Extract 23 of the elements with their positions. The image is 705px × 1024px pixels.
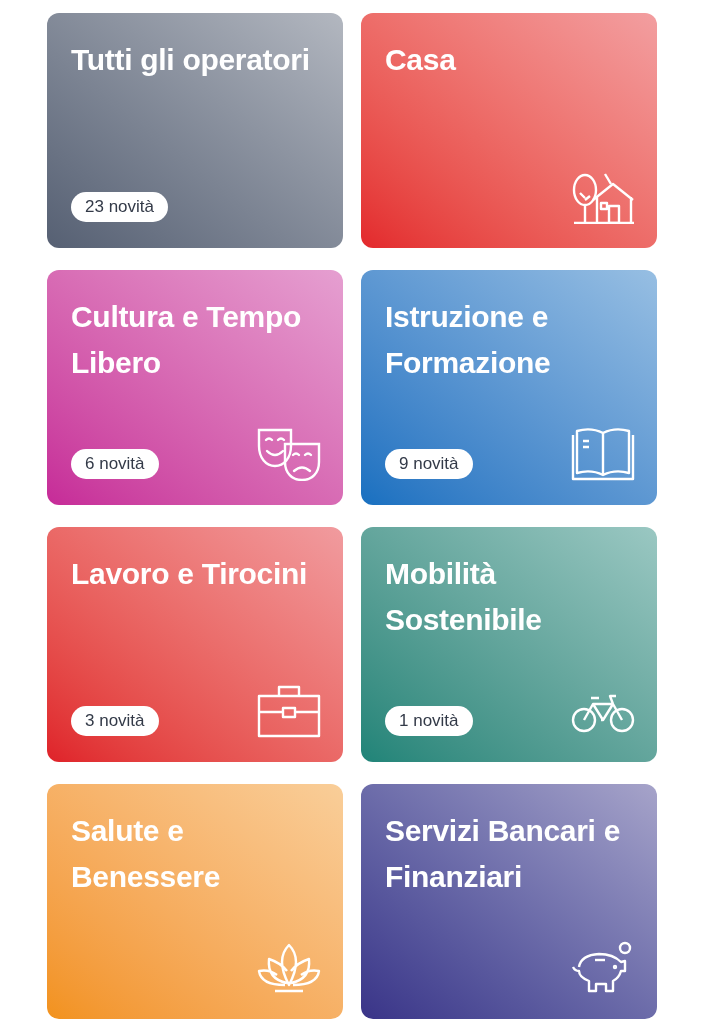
news-count-badge: 3 novità: [71, 706, 159, 736]
category-title: Lavoro e Tirocini: [71, 556, 309, 592]
category-card[interactable]: Lavoro e Tirocini 3 novità: [47, 527, 343, 762]
news-count-badge: 9 novità: [385, 449, 473, 479]
category-card[interactable]: Servizi Bancari e Finanziari: [361, 784, 657, 1019]
open-book-icon: [571, 427, 635, 481]
news-count-badge: 1 novità: [385, 706, 473, 736]
category-card[interactable]: Tutti gli operatori 23 novità: [47, 13, 343, 248]
category-title: Servizi Bancari e Finanziari: [385, 813, 622, 895]
category-title: Tutti gli operatori: [71, 42, 311, 78]
category-title: Casa: [385, 42, 457, 78]
category-card[interactable]: Cultura e Tempo Libero 6 novità: [47, 270, 343, 505]
category-title: Istruzione e Formazione: [385, 299, 552, 381]
category-title: Cultura e Tempo Libero: [71, 299, 302, 381]
category-card[interactable]: Istruzione e Formazione 9 novità: [361, 270, 657, 505]
lotus-icon: [257, 941, 321, 995]
category-card[interactable]: Mobilità Sostenibile 1 novità: [361, 527, 657, 762]
category-title: Mobilità Sostenibile: [385, 556, 543, 638]
news-count-badge: 23 novità: [71, 192, 168, 222]
briefcase-icon: [257, 684, 321, 738]
news-count-badge: 6 novità: [71, 449, 159, 479]
theater-masks-icon: [257, 427, 321, 481]
category-title: Salute e Benessere: [71, 813, 222, 895]
